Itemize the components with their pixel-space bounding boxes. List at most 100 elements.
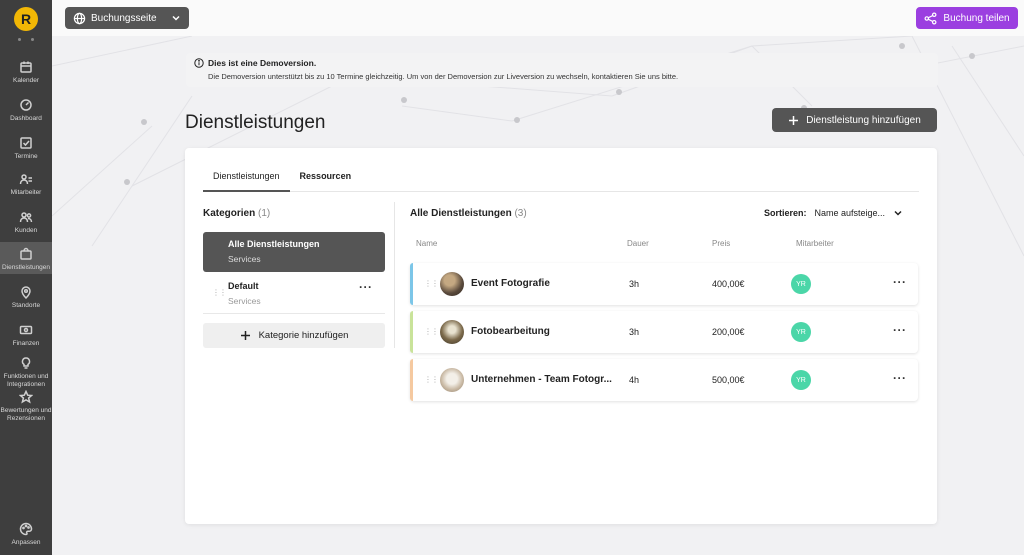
sidebar-item-label: Kalender bbox=[12, 77, 40, 84]
sidebar-item-label: Standorte bbox=[11, 302, 41, 309]
plus-icon bbox=[789, 115, 799, 125]
staff-avatar: YR bbox=[791, 322, 811, 342]
staff-avatar: YR bbox=[791, 274, 811, 294]
category-name: Alle Dienstleistungen bbox=[228, 239, 320, 249]
sidebar-item-label: Bewertungen und Rezensionen bbox=[0, 407, 52, 422]
palette-icon bbox=[19, 522, 33, 536]
more-options-icon[interactable]: ··· bbox=[893, 323, 907, 337]
column-header-name[interactable]: Name bbox=[416, 239, 437, 248]
share-icon bbox=[924, 12, 937, 24]
checkbox-icon bbox=[20, 137, 32, 149]
divider bbox=[203, 313, 385, 314]
bulb-icon bbox=[21, 357, 31, 369]
services-card: Dienstleistungen Ressourcen Kategorien (… bbox=[185, 148, 937, 524]
sidebar-item-label: Kunden bbox=[14, 227, 38, 234]
star-icon bbox=[19, 390, 33, 404]
sidebar-item-label: Dienstleistungen bbox=[1, 264, 51, 271]
sidebar-item-label: Funktionen und Integrationen bbox=[3, 373, 49, 388]
add-service-label: Dienstleistung hinzufügen bbox=[806, 114, 921, 126]
globe-icon bbox=[73, 12, 86, 24]
booking-select-label: Buchungsseite bbox=[91, 12, 157, 24]
add-category-button[interactable]: Kategorie hinzufügen bbox=[203, 323, 385, 348]
category-color-bar bbox=[410, 263, 413, 305]
categories-heading: Kategorien (1) bbox=[203, 208, 271, 219]
sidebar-item-finanzen[interactable]: Finanzen bbox=[0, 323, 52, 348]
add-service-button[interactable]: Dienstleistung hinzufügen bbox=[772, 108, 937, 132]
more-options-icon[interactable]: ··· bbox=[893, 275, 907, 289]
staff-icon bbox=[19, 174, 32, 185]
categories-count: (1) bbox=[258, 208, 271, 219]
more-options-icon[interactable]: ··· bbox=[359, 280, 373, 294]
column-header-duration[interactable]: Dauer bbox=[627, 239, 649, 248]
sort-control[interactable]: Sortieren: Name aufsteige... bbox=[764, 208, 903, 218]
chevron-down-icon bbox=[172, 15, 180, 21]
sidebar-item-kalender[interactable]: Kalender bbox=[0, 60, 52, 85]
sort-label: Sortieren: bbox=[764, 208, 807, 218]
category-name: Default bbox=[228, 281, 259, 291]
sidebar-item-bewertungen[interactable]: Bewertungen und Rezensionen bbox=[0, 390, 52, 422]
tab-ressourcen[interactable]: Ressourcen bbox=[290, 166, 362, 192]
drag-handle-icon[interactable]: ⋮⋮ bbox=[424, 327, 439, 336]
service-row[interactable]: ⋮⋮ Unternehmen - Team Fotogr... 4h 500,0… bbox=[410, 359, 918, 401]
services-heading: Alle Dienstleistungen (3) bbox=[410, 208, 527, 219]
category-color-bar bbox=[410, 359, 413, 401]
category-sub: Services bbox=[228, 254, 261, 264]
sidebar-item-termine[interactable]: Termine bbox=[0, 136, 52, 161]
service-avatar bbox=[440, 368, 464, 392]
drag-handle-icon[interactable]: ⋮⋮ bbox=[212, 288, 227, 297]
service-price: 500,00€ bbox=[712, 375, 745, 385]
service-avatar bbox=[440, 272, 464, 296]
service-name: Fotobearbeitung bbox=[471, 326, 550, 337]
sidebar-item-anpassen[interactable]: Anpassen bbox=[0, 522, 52, 547]
sidebar-item-label: Mitarbeiter bbox=[10, 189, 42, 196]
staff-avatar: YR bbox=[791, 370, 811, 390]
tab-dienstleistungen[interactable]: Dienstleistungen bbox=[203, 166, 290, 192]
top-bar bbox=[52, 0, 1024, 36]
booking-page-select[interactable]: Buchungsseite bbox=[65, 7, 189, 29]
app-logo[interactable]: R bbox=[14, 7, 38, 31]
category-item-all[interactable]: Alle Dienstleistungen Services bbox=[203, 232, 385, 272]
service-row[interactable]: ⋮⋮ Fotobearbeitung 3h 200,00€ YR ··· bbox=[410, 311, 918, 353]
info-icon bbox=[194, 58, 204, 68]
service-duration: 3h bbox=[629, 327, 640, 337]
sidebar-item-mitarbeiter[interactable]: Mitarbeiter bbox=[0, 172, 52, 197]
service-name: Unternehmen - Team Fotogr... bbox=[471, 374, 612, 385]
sidebar-item-dienstleistungen[interactable]: Dienstleistungen bbox=[0, 242, 52, 274]
sidebar-item-standorte[interactable]: Standorte bbox=[0, 285, 52, 310]
service-row[interactable]: ⋮⋮ Event Fotografie 3h 400,00€ YR ··· bbox=[410, 263, 918, 305]
sidebar-item-label: Termine bbox=[14, 153, 38, 160]
sidebar-item-dashboard[interactable]: Dashboard bbox=[0, 98, 52, 123]
demo-banner-title: Dies ist eine Demoversion. bbox=[208, 58, 317, 68]
sidebar-item-label: Anpassen bbox=[11, 539, 41, 546]
bag-icon bbox=[20, 247, 32, 260]
money-icon bbox=[19, 325, 33, 335]
drag-handle-icon[interactable]: ⋮⋮ bbox=[424, 375, 439, 384]
demo-banner: Dies ist eine Demoversion. Die Demoversi… bbox=[186, 53, 938, 87]
share-booking-label: Buchung teilen bbox=[943, 12, 1010, 24]
plus-icon bbox=[240, 331, 250, 340]
category-item-default[interactable]: ⋮⋮ Default Services ··· bbox=[203, 274, 385, 314]
column-header-price[interactable]: Preis bbox=[712, 239, 730, 248]
divider bbox=[394, 202, 395, 348]
service-duration: 4h bbox=[629, 375, 640, 385]
sidebar-item-label: Finanzen bbox=[12, 340, 40, 347]
chevron-down-icon bbox=[894, 210, 902, 216]
category-color-bar bbox=[410, 311, 413, 353]
tab-bar: Dienstleistungen Ressourcen bbox=[203, 166, 919, 192]
service-price: 400,00€ bbox=[712, 279, 745, 289]
sidebar-item-funktionen[interactable]: Funktionen und Integrationen bbox=[0, 356, 52, 388]
more-options-icon[interactable]: ··· bbox=[893, 371, 907, 385]
sort-value: Name aufsteige... bbox=[814, 208, 886, 218]
calendar-icon bbox=[20, 61, 32, 73]
page-title: Dienstleistungen bbox=[185, 112, 326, 133]
add-category-label: Kategorie hinzufügen bbox=[258, 330, 349, 341]
more-dots-icon[interactable] bbox=[18, 38, 34, 41]
dashboard-icon bbox=[20, 99, 32, 111]
share-booking-button[interactable]: Buchung teilen bbox=[916, 7, 1018, 29]
service-name: Event Fotografie bbox=[471, 278, 550, 289]
service-avatar bbox=[440, 320, 464, 344]
location-icon bbox=[21, 286, 31, 299]
drag-handle-icon[interactable]: ⋮⋮ bbox=[424, 279, 439, 288]
column-header-staff[interactable]: Mitarbeiter bbox=[796, 239, 834, 248]
sidebar-item-kunden[interactable]: Kunden bbox=[0, 210, 52, 235]
